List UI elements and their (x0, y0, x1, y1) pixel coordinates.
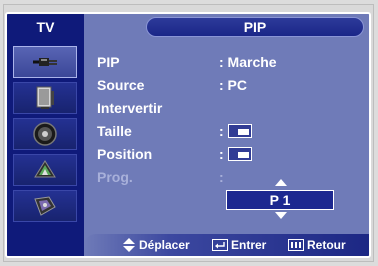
plug-icon (33, 58, 57, 66)
hint-back-label: Retour (307, 238, 346, 252)
row-value-colon: : (219, 146, 224, 162)
sidebar-item-input[interactable] (13, 46, 77, 78)
row-label: Prog. (97, 169, 133, 185)
row-label: PIP (97, 54, 120, 70)
row-label: Intervertir (97, 100, 163, 116)
hint-move: Déplacer (122, 238, 190, 252)
tv-label: TV (7, 14, 84, 40)
title-bar: PIP (84, 14, 369, 40)
row-value-position: : (219, 146, 252, 162)
row-value: : PC (219, 77, 247, 93)
hint-enter-label: Entrer (231, 238, 267, 252)
sidebar (7, 40, 84, 256)
menu-icon (288, 239, 304, 251)
row-label: Taille (97, 123, 132, 139)
speaker-icon (33, 122, 57, 146)
sidebar-item-channel[interactable] (13, 154, 77, 186)
setup-icon (34, 196, 56, 216)
menu-title: PIP (146, 17, 364, 37)
row-value: : Marche (219, 54, 277, 70)
pip-position-icon (227, 147, 252, 161)
sidebar-item-setup[interactable] (13, 190, 77, 222)
sidebar-item-picture[interactable] (13, 82, 77, 114)
arrow-up-icon[interactable] (275, 179, 287, 186)
satellite-dish-icon (34, 160, 56, 178)
footer-hints: Déplacer Entrer Retour (84, 234, 369, 256)
menu-content: PIP : Marche Source : PC Intervertir Tai… (84, 40, 369, 256)
up-down-arrows-icon (123, 238, 135, 252)
hint-back: Retour (288, 238, 346, 252)
arrow-down-icon[interactable] (275, 212, 287, 219)
row-label: Source (97, 77, 145, 93)
row-value-colon: : (219, 123, 224, 139)
row-value: : (219, 169, 224, 185)
prog-selector[interactable]: P 1 (226, 190, 334, 210)
row-label: Position (97, 146, 153, 162)
pip-size-icon (227, 124, 252, 138)
row-value-size: : (219, 123, 252, 139)
sidebar-item-sound[interactable] (13, 118, 77, 150)
tv-screen-icon (36, 86, 54, 109)
enter-icon (212, 239, 228, 251)
hint-move-label: Déplacer (139, 238, 190, 252)
osd-menu: TV PIP PIP: Marche Source: PC Interver… (5, 12, 371, 258)
hint-enter: Entrer (212, 238, 266, 252)
